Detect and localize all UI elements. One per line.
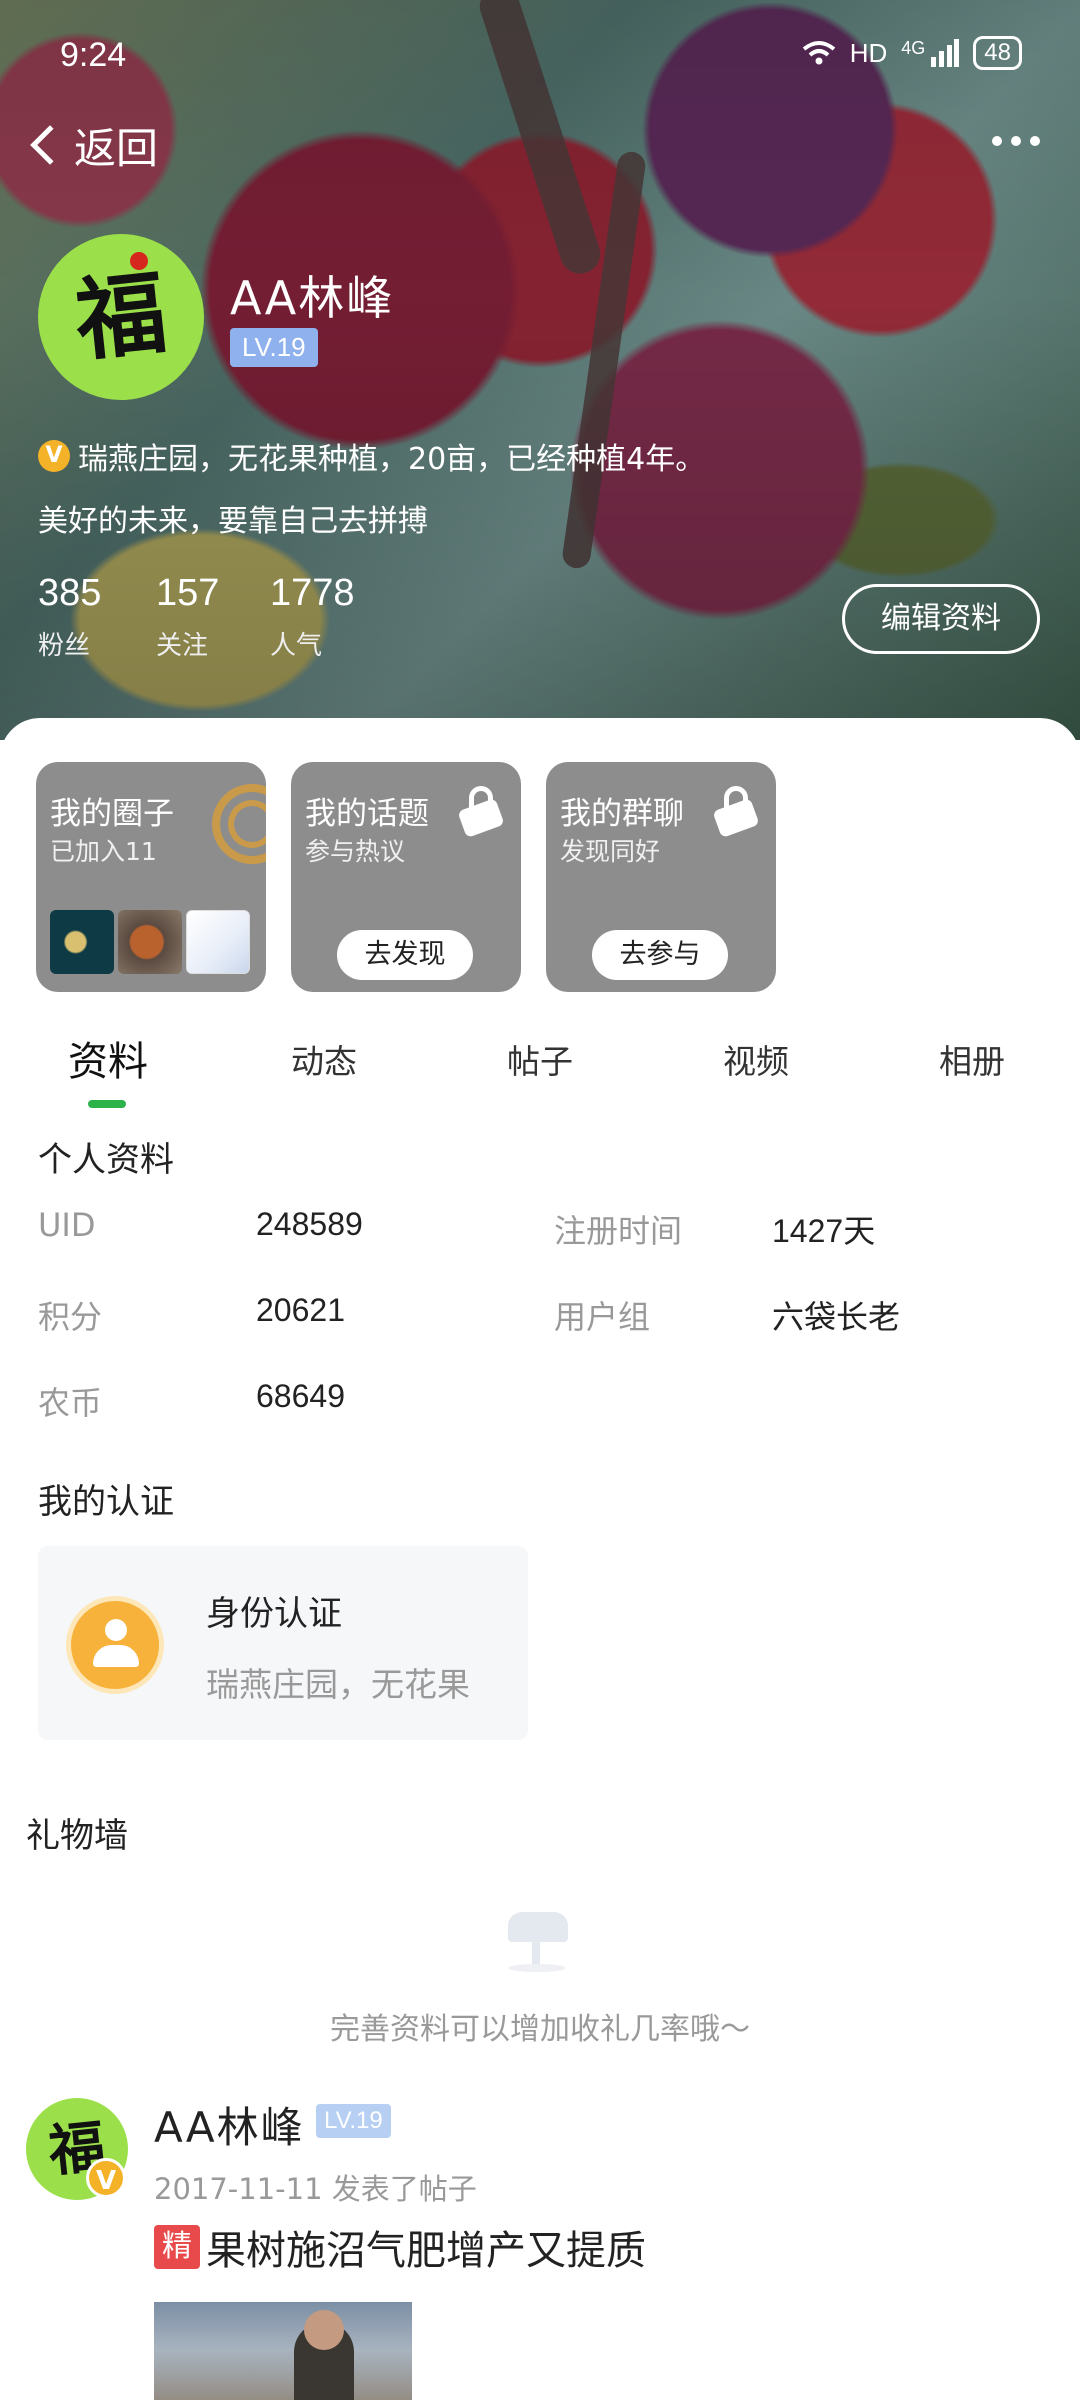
card-subtitle: 参与热议 [305,837,406,866]
field-value-coins: 68649 [256,1378,345,1414]
profile-screen: 9:24 HD 4G 48 返回 福 AA林峰 LV.19 V 瑞燕庄园，无花果… [0,0,1080,2400]
card-title: 我的圈子 [50,796,174,832]
card-subtitle: 发现同好 [560,837,661,866]
featured-badge: 精 [154,2225,200,2269]
tab-activity[interactable]: 动态 [291,1012,357,1112]
level-badge: LV.19 [230,328,318,367]
stat-followers[interactable]: 385 粉丝 [38,572,101,662]
post-title-text: 果树施沼气肥增产又提质 [206,2228,646,2274]
certification-title: 身份认证 [206,1594,342,1634]
card-title: 我的话题 [305,796,429,832]
post-title[interactable]: 精 果树施沼气肥增产又提质 [154,2218,646,2276]
mailbox-icon [500,1908,570,1972]
tab-profile[interactable]: 资料 [68,1012,148,1112]
username: AA林峰 [230,271,395,325]
tab-posts[interactable]: 帖子 [507,1012,573,1112]
lock-icon [712,786,760,838]
stat-number: 157 [156,572,220,614]
field-label-register-time: 注册时间 [554,1212,683,1250]
circle-thumbnails [50,910,250,974]
circle-thumbnail[interactable] [186,910,250,974]
tab-videos[interactable]: 视频 [723,1012,789,1112]
join-button[interactable]: 去参与 [592,930,728,980]
verified-bio: V 瑞燕庄园，无花果种植，20亩，已经种植4年。 [38,434,705,478]
tab-albums[interactable]: 相册 [939,1012,1005,1112]
field-value-register-time: 1427天 [772,1213,876,1249]
edit-profile-button[interactable]: 编辑资料 [842,584,1040,654]
stat-label: 粉丝 [38,631,91,661]
card-title: 我的群聊 [560,796,684,832]
verified-icon: V [86,2158,126,2198]
avatar-logo: 福 [70,259,172,375]
field-label-uid: UID [38,1206,96,1244]
user-icon [66,1596,164,1694]
card-subtitle: 已加入11 [50,837,157,866]
stat-number: 1778 [270,572,355,614]
tab-indicator [88,1100,126,1108]
stat-number: 385 [38,572,102,614]
circle-decoration-icon [212,784,266,864]
certification-description: 瑞燕庄园，无花果 [206,1665,470,1704]
lock-icon [457,786,505,838]
field-value-uid: 248589 [256,1206,363,1242]
card-my-groups[interactable]: 我的群聊 发现同好 去参与 [546,762,776,992]
field-value-points: 20621 [256,1292,345,1328]
discover-button[interactable]: 去发现 [337,930,473,980]
verified-bio-text: 瑞燕庄园，无花果种植，20亩，已经种植4年。 [78,442,706,477]
post-author-level-badge: LV.19 [316,2104,391,2138]
stat-popularity[interactable]: 1778 人气 [270,572,355,662]
motto: 美好的未来，要靠自己去拼搏 [38,504,428,539]
card-my-circles[interactable]: 我的圈子 已加入11 [36,762,266,992]
stat-label: 关注 [156,631,209,661]
circle-thumbnail[interactable] [118,910,182,974]
field-value-user-group: 六袋长老 [772,1299,901,1335]
verified-icon: V [38,440,70,472]
post-author-name[interactable]: AA林峰 [154,2094,305,2155]
card-my-topics[interactable]: 我的话题 参与热议 去发现 [291,762,521,992]
profile-tabs: 资料 动态 帖子 视频 相册 [0,1012,1080,1112]
section-title-personal: 个人资料 [38,1140,174,1180]
section-title-certification: 我的认证 [38,1482,174,1522]
field-label-coins: 农币 [38,1384,103,1422]
profile-header: 福 AA林峰 LV.19 V 瑞燕庄园，无花果种植，20亩，已经种植4年。 美好… [0,0,1080,740]
stat-following[interactable]: 157 关注 [156,572,219,662]
avatar[interactable]: 福 [38,234,204,400]
gift-wall-empty-text: 完善资料可以增加收礼几率哦～ [330,2012,750,2047]
field-label-points: 积分 [38,1298,103,1336]
circle-thumbnail[interactable] [50,910,114,974]
field-label-user-group: 用户组 [554,1298,651,1336]
identity-certification-card[interactable]: 身份认证 瑞燕庄园，无花果 [38,1546,528,1740]
profile-content-sheet: 我的圈子 已加入11 我的话题 参与热议 去发现 我的群聊 发现同好 去参与 资… [0,718,1080,2400]
section-title-gift-wall: 礼物墙 [26,1816,128,1856]
post-image[interactable] [154,2302,412,2400]
stat-label: 人气 [270,631,323,661]
post-meta: 2017-11-11 发表了帖子 [154,2172,477,2206]
